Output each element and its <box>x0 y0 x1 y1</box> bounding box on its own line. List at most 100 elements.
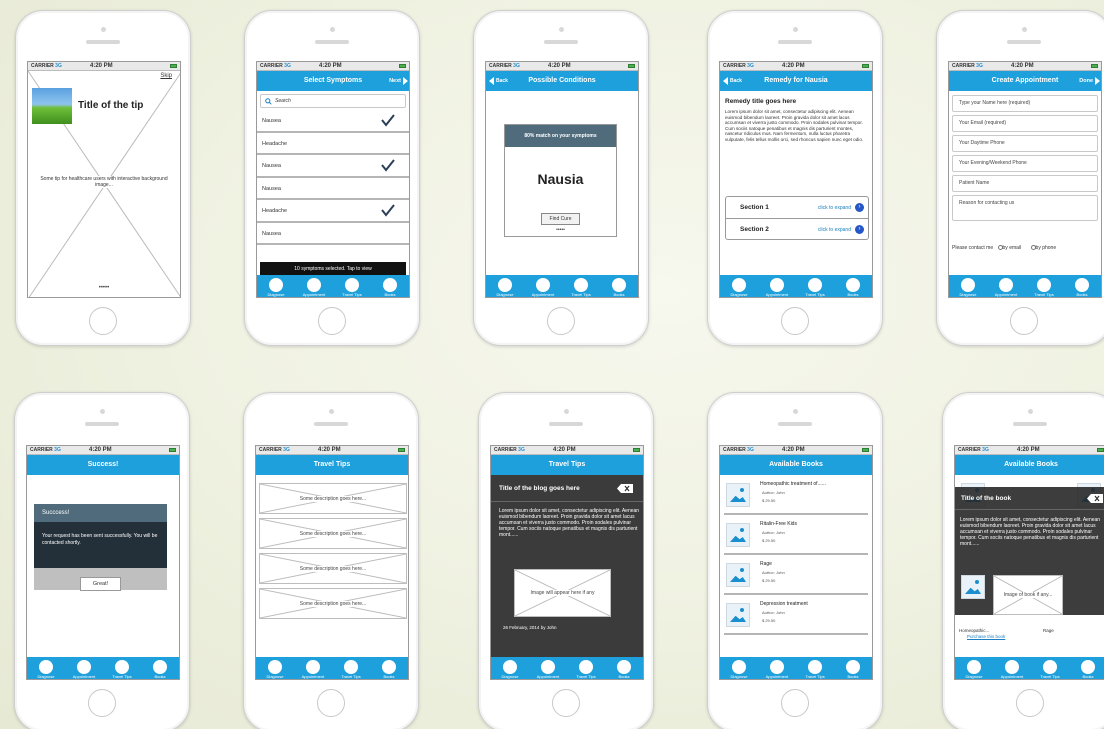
tab-travel-tips[interactable]: Travel Tips <box>105 660 139 679</box>
tab-appointment[interactable]: Appointment <box>989 278 1023 297</box>
skip-link[interactable]: Skip <box>160 73 172 79</box>
tab-appointment[interactable]: Appointment <box>531 660 565 679</box>
back-button[interactable]: Back <box>489 75 512 87</box>
tab-books[interactable]: Books <box>1065 278 1099 297</box>
home-button[interactable] <box>1016 689 1044 717</box>
purchase-link[interactable]: Purchase this book <box>967 634 1005 639</box>
expand-link[interactable]: click to expand <box>818 227 851 233</box>
tab-label: Appointment <box>765 674 789 679</box>
next-button[interactable]: Next <box>389 71 408 91</box>
contact-label: Please contact me <box>952 245 994 251</box>
tab-diagnose[interactable]: Diagnose <box>29 660 63 679</box>
done-button[interactable]: Done <box>1079 71 1100 91</box>
tab-icon <box>732 278 746 292</box>
section-row[interactable]: Section 1 click to expand › <box>726 197 868 219</box>
clock: 4:20 PM <box>553 447 576 453</box>
tab-travel-tips[interactable]: Travel Tips <box>798 660 832 679</box>
tab-books[interactable]: Books <box>836 278 870 297</box>
book-row[interactable]: Homeopathic treatment of...... Author: Jo… <box>724 475 868 515</box>
page-indicator[interactable]: ••••• <box>505 227 616 233</box>
tab-diagnose[interactable]: Diagnose <box>722 278 756 297</box>
search-input[interactable]: Search <box>260 94 406 108</box>
expand-link[interactable]: click to expand <box>818 205 851 211</box>
home-button[interactable] <box>781 307 809 335</box>
section-row[interactable]: Section 2 click to expand › <box>726 219 868 240</box>
name-field[interactable]: Type your Name here (required) <box>952 95 1098 112</box>
back-button[interactable]: Back <box>723 75 746 87</box>
tab-appointment[interactable]: Appointment <box>297 278 331 297</box>
daytime-phone-field[interactable]: Your Daytime Phone <box>952 135 1098 152</box>
home-button[interactable] <box>318 307 346 335</box>
nav-title: Remedy for Nausia <box>764 77 828 84</box>
selection-summary-bar[interactable]: 10 symptoms selected. Tap to view <box>260 262 406 276</box>
book-row[interactable]: Rage Author: John $ 29.50 <box>724 555 868 595</box>
tab-books[interactable]: Books <box>373 278 407 297</box>
patient-name-field[interactable]: Patient Name <box>952 175 1098 192</box>
tab-travel-tips[interactable]: Travel Tips <box>798 278 832 297</box>
clock: 4:20 PM <box>89 447 112 453</box>
home-button[interactable] <box>1010 307 1038 335</box>
book-row[interactable]: Ritalin-Free Kids Author: John $ 29.50 <box>724 515 868 555</box>
email-field[interactable]: Your Email (required) <box>952 115 1098 132</box>
tab-books[interactable]: Books <box>602 278 636 297</box>
clear-icon[interactable] <box>617 484 633 493</box>
nav-title: Create Appointment <box>991 77 1059 84</box>
condition-card[interactable]: 80% match on your symptoms Nausia Find C… <box>504 124 617 237</box>
symptom-row[interactable]: Headache <box>257 200 409 223</box>
travel-tip-item[interactable]: Some description goes here... <box>259 553 407 584</box>
tab-books[interactable]: Books <box>143 660 177 679</box>
symptom-row[interactable]: Nausea <box>257 155 409 178</box>
tab-diagnose[interactable]: Diagnose <box>722 660 756 679</box>
evening-phone-field[interactable]: Your Evening/Weekend Phone <box>952 155 1098 172</box>
tab-diagnose[interactable]: Diagnose <box>488 278 522 297</box>
tab-books[interactable]: Books <box>1071 660 1104 679</box>
tab-appointment[interactable]: Appointment <box>526 278 560 297</box>
tab-travel-tips[interactable]: Travel Tips <box>335 278 369 297</box>
tab-appointment[interactable]: Appointment <box>995 660 1029 679</box>
tab-diagnose[interactable]: Diagnose <box>493 660 527 679</box>
symptom-row[interactable]: Headache <box>257 133 409 155</box>
home-button[interactable] <box>552 689 580 717</box>
find-cure-button[interactable]: Find Cure <box>540 213 581 225</box>
nav-title: Success! <box>87 461 119 468</box>
symptom-row[interactable]: Nausea <box>257 178 409 200</box>
tab-appointment[interactable]: Appointment <box>296 660 330 679</box>
tab-travel-tips[interactable]: Travel Tips <box>1027 278 1061 297</box>
home-button[interactable] <box>781 689 809 717</box>
great-button[interactable]: Great! <box>79 577 122 591</box>
travel-tip-item[interactable]: Some description goes here... <box>259 518 407 549</box>
tab-diagnose[interactable]: Diagnose <box>951 278 985 297</box>
home-button[interactable] <box>547 307 575 335</box>
tab-books[interactable]: Books <box>372 660 406 679</box>
tab-appointment[interactable]: Appointment <box>760 278 794 297</box>
expand-icon[interactable]: › <box>855 225 864 234</box>
clear-icon[interactable] <box>1087 494 1103 503</box>
tab-icon <box>503 660 517 674</box>
home-button[interactable] <box>89 307 117 335</box>
page-indicator[interactable]: ••••• <box>28 285 180 291</box>
camera <box>558 27 564 32</box>
tab-appointment[interactable]: Appointment <box>760 660 794 679</box>
tab-diagnose[interactable]: Diagnose <box>258 660 292 679</box>
symptom-row[interactable]: Nausea <box>257 223 409 245</box>
tab-diagnose[interactable]: Diagnose <box>259 278 293 297</box>
tab-travel-tips[interactable]: Travel Tips <box>569 660 603 679</box>
tab-travel-tips[interactable]: Travel Tips <box>1033 660 1067 679</box>
tab-appointment[interactable]: Appointment <box>67 660 101 679</box>
nav-bar: Available Books <box>955 455 1104 475</box>
tab-travel-tips[interactable]: Travel Tips <box>564 278 598 297</box>
book-row[interactable]: Depression treatment Author: John $ 29.50 <box>724 595 868 635</box>
carrier-label: CARRIER 3G <box>952 63 983 69</box>
nav-bar: Select Symptoms Next <box>257 71 409 91</box>
home-button[interactable] <box>88 689 116 717</box>
tab-books[interactable]: Books <box>607 660 641 679</box>
travel-tip-item[interactable]: Some description goes here... <box>259 588 407 619</box>
home-button[interactable] <box>317 689 345 717</box>
tab-travel-tips[interactable]: Travel Tips <box>334 660 368 679</box>
travel-tip-item[interactable]: Some description goes here... <box>259 483 407 514</box>
expand-icon[interactable]: › <box>855 203 864 212</box>
symptom-row[interactable]: Nausea <box>257 110 409 133</box>
tab-books[interactable]: Books <box>836 660 870 679</box>
tab-diagnose[interactable]: Diagnose <box>957 660 991 679</box>
reason-textarea[interactable]: Reason for contacting us <box>952 195 1098 221</box>
